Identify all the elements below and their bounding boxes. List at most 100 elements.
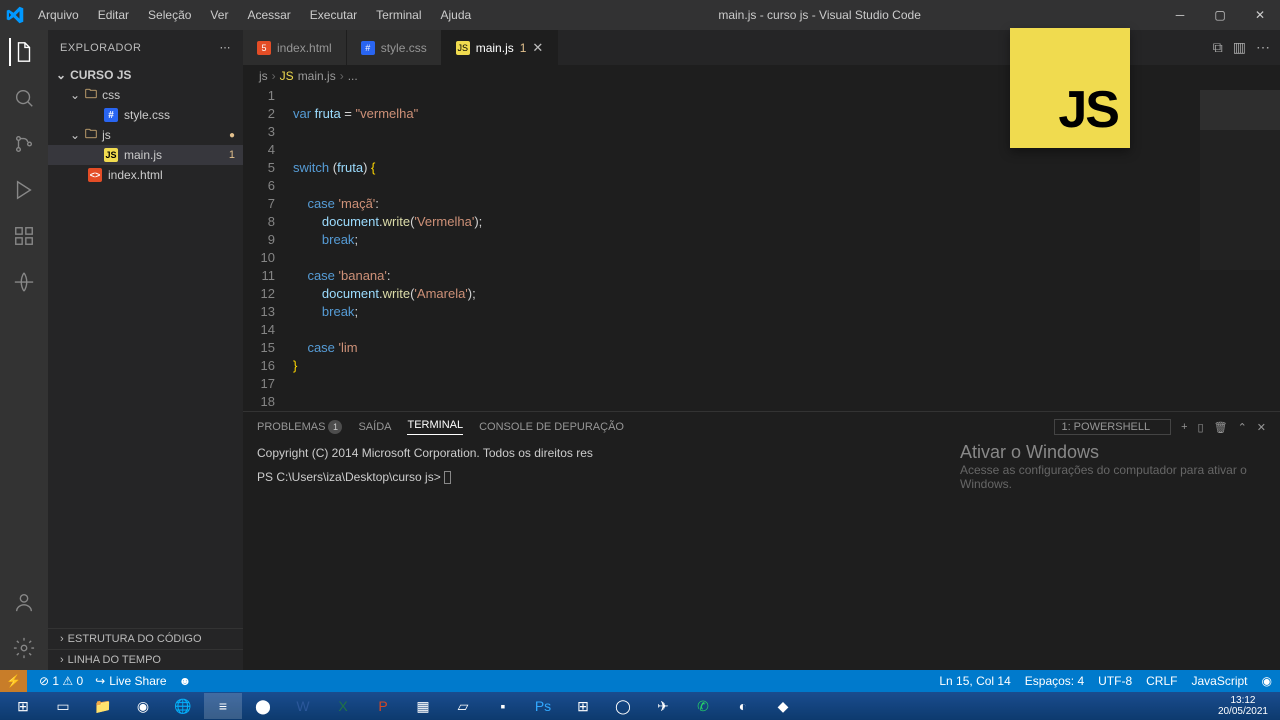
taskview-icon[interactable]: ▭ bbox=[44, 693, 82, 719]
excel-icon[interactable]: X bbox=[324, 693, 362, 719]
menu-seleção[interactable]: Seleção bbox=[140, 4, 199, 26]
problems-indicator[interactable]: ⊘ 1 ⚠ 0 bbox=[39, 674, 83, 688]
js-file-icon: JS bbox=[104, 148, 118, 162]
app-icon[interactable]: ▦ bbox=[404, 693, 442, 719]
folder-icon: 🗀 bbox=[84, 128, 98, 142]
chevron-right-icon: › bbox=[60, 654, 64, 666]
app-icon[interactable]: ◆ bbox=[764, 693, 802, 719]
menu-terminal[interactable]: Terminal bbox=[368, 4, 429, 26]
panel-tab-console de depuração[interactable]: CONSOLE DE DEPURAÇÃO bbox=[479, 421, 624, 433]
remote-indicator[interactable]: ⚡ bbox=[0, 670, 27, 692]
css-file-icon: # bbox=[104, 108, 118, 122]
minimize-button[interactable]: ─ bbox=[1160, 0, 1200, 30]
maximize-panel-icon[interactable]: ⌃ bbox=[1238, 421, 1247, 434]
calc-icon[interactable]: ⊞ bbox=[564, 693, 602, 719]
tab-main.js[interactable]: JSmain.js 1✕ bbox=[442, 30, 559, 65]
start-button[interactable]: ⊞ bbox=[4, 693, 42, 719]
extensions-icon[interactable] bbox=[10, 222, 38, 250]
app-icon[interactable]: ◐ bbox=[724, 693, 762, 719]
close-button[interactable]: ✕ bbox=[1240, 0, 1280, 30]
timeline-section[interactable]: ›LINHA DO TEMPO bbox=[48, 649, 243, 670]
explorer-sidebar: EXPLORADOR ⋯ ⌄ CURSO JS ⌄ 🗀 css#style.cs… bbox=[48, 30, 243, 670]
tab-index.html[interactable]: 5index.html bbox=[243, 30, 347, 65]
kill-terminal-icon[interactable]: 🗑 bbox=[1214, 421, 1228, 434]
terminal-body[interactable]: Copyright (C) 2014 Microsoft Corporation… bbox=[243, 442, 1280, 531]
vscode-taskbar-icon[interactable]: ≡ bbox=[204, 693, 242, 719]
live-share-status[interactable]: ↪ Live Share bbox=[95, 674, 166, 688]
title-bar: ArquivoEditarSeleçãoVerAcessarExecutarTe… bbox=[0, 0, 1280, 30]
status-3[interactable]: CRLF bbox=[1146, 674, 1177, 688]
status-4[interactable]: JavaScript bbox=[1191, 674, 1247, 688]
panel-tab-terminal[interactable]: TERMINAL bbox=[407, 419, 463, 435]
maximize-button[interactable]: ▢ bbox=[1200, 0, 1240, 30]
folder-js[interactable]: ⌄ 🗀 js● bbox=[48, 125, 243, 145]
explorer-header: EXPLORADOR bbox=[60, 42, 141, 54]
explorer-icon[interactable] bbox=[9, 38, 37, 66]
file-style.css[interactable]: #style.css bbox=[48, 105, 243, 125]
split-terminal-icon[interactable]: ▯ bbox=[1198, 421, 1204, 434]
system-clock[interactable]: 13:1220/05/2021 bbox=[1210, 695, 1276, 717]
cmd-icon[interactable]: ▪ bbox=[484, 693, 522, 719]
feedback-icon[interactable]: ☻ bbox=[179, 674, 192, 688]
status-5[interactable]: ◉ bbox=[1262, 674, 1272, 688]
split-editor-icon[interactable]: ▥ bbox=[1233, 39, 1246, 56]
minimap[interactable] bbox=[1200, 90, 1280, 270]
html-file-icon: 5 bbox=[257, 41, 271, 55]
menu-acessar[interactable]: Acessar bbox=[239, 4, 298, 26]
workspace-root[interactable]: ⌄ CURSO JS bbox=[48, 65, 243, 85]
app-icon[interactable]: ⬤ bbox=[244, 693, 282, 719]
chevron-right-icon: › bbox=[60, 633, 64, 645]
whatsapp-icon[interactable]: ✆ bbox=[684, 693, 722, 719]
windows-taskbar: ⊞ ▭ 📁 ◉ 🌐 ≡ ⬤ W X P ▦ ▱ ▪ Ps ⊞ ◯ ✈ ✆ ◐ ◆… bbox=[0, 692, 1280, 720]
folder-css[interactable]: ⌄ 🗀 css bbox=[48, 85, 243, 105]
edge-icon[interactable]: 🌐 bbox=[164, 693, 202, 719]
more-actions-icon[interactable]: ⋯ bbox=[1256, 39, 1270, 56]
new-terminal-icon[interactable]: + bbox=[1181, 421, 1187, 433]
file-index.html[interactable]: <>index.html bbox=[48, 165, 243, 185]
panel-tab-saída[interactable]: SAÍDA bbox=[358, 421, 391, 433]
photoshop-icon[interactable]: Ps bbox=[524, 693, 562, 719]
menu-executar[interactable]: Executar bbox=[302, 4, 365, 26]
panel-tab-problemas[interactable]: PROBLEMAS1 bbox=[257, 420, 342, 434]
tab-style.css[interactable]: #style.css bbox=[347, 30, 442, 65]
more-icon[interactable]: ⋯ bbox=[220, 41, 232, 54]
js-file-icon: JS bbox=[456, 41, 470, 55]
telegram-icon[interactable]: ✈ bbox=[644, 693, 682, 719]
html-file-icon: <> bbox=[88, 168, 102, 182]
live-share-icon[interactable] bbox=[10, 268, 38, 296]
menu-ver[interactable]: Ver bbox=[202, 4, 236, 26]
settings-gear-icon[interactable] bbox=[10, 634, 38, 662]
status-bar: ⚡ ⊘ 1 ⚠ 0 ↪ Live Share ☻ Ln 15, Col 14 Es… bbox=[0, 670, 1280, 692]
compare-changes-icon[interactable]: ⧉ bbox=[1213, 39, 1223, 56]
line-numbers: 123456789101112131415161718 bbox=[243, 87, 293, 411]
status-0[interactable]: Ln 15, Col 14 bbox=[939, 674, 1010, 688]
close-tab-icon[interactable]: ✕ bbox=[532, 40, 543, 56]
css-file-icon: # bbox=[361, 41, 375, 55]
search-icon[interactable] bbox=[10, 84, 38, 112]
outline-section[interactable]: ›ESTRUTURA DO CÓDIGO bbox=[48, 628, 243, 649]
terminal-shell-select[interactable]: 1: powershell bbox=[1054, 419, 1171, 435]
js-logo-overlay: JS bbox=[1010, 28, 1130, 148]
folder-icon: 🗀 bbox=[84, 88, 98, 102]
chevron-down-icon: ⌄ bbox=[70, 88, 80, 102]
run-debug-icon[interactable] bbox=[10, 176, 38, 204]
word-icon[interactable]: W bbox=[284, 693, 322, 719]
powerpoint-icon[interactable]: P bbox=[364, 693, 402, 719]
panel-tabs: PROBLEMAS1 SAÍDA TERMINAL CONSOLE DE DEPURA… bbox=[243, 412, 1280, 442]
menu-bar: ArquivoEditarSeleçãoVerAcessarExecutarTe… bbox=[30, 4, 479, 26]
app-icon[interactable]: ▱ bbox=[444, 693, 482, 719]
source-control-icon[interactable] bbox=[10, 130, 38, 158]
status-1[interactable]: Espaços: 4 bbox=[1025, 674, 1084, 688]
status-2[interactable]: UTF-8 bbox=[1098, 674, 1132, 688]
close-panel-icon[interactable]: ✕ bbox=[1257, 421, 1266, 434]
obs-icon[interactable]: ◯ bbox=[604, 693, 642, 719]
account-icon[interactable] bbox=[10, 588, 38, 616]
menu-ajuda[interactable]: Ajuda bbox=[433, 4, 480, 26]
chrome-icon[interactable]: ◉ bbox=[124, 693, 162, 719]
activity-bar bbox=[0, 30, 48, 670]
file-main.js[interactable]: JSmain.js1 bbox=[48, 145, 243, 165]
menu-editar[interactable]: Editar bbox=[90, 4, 137, 26]
window-title: main.js - curso js - Visual Studio Code bbox=[479, 8, 1160, 22]
file-explorer-icon[interactable]: 📁 bbox=[84, 693, 122, 719]
menu-arquivo[interactable]: Arquivo bbox=[30, 4, 87, 26]
